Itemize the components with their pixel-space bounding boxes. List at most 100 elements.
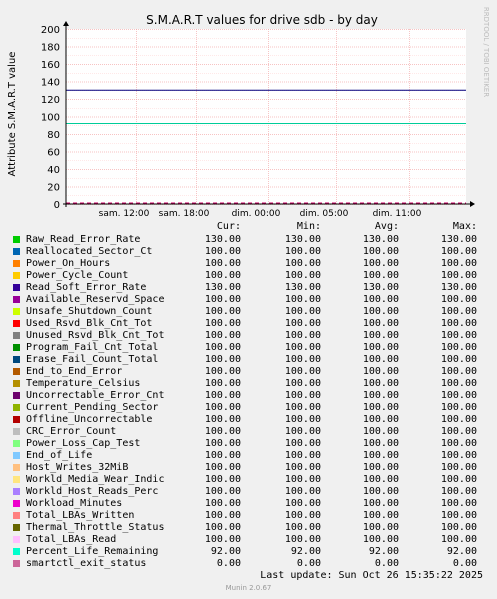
- legend-swatch: [13, 356, 20, 363]
- legend-max-value: 100.00: [440, 510, 477, 521]
- legend-avg-value: 100.00: [362, 330, 399, 341]
- legend-swatch: [13, 332, 20, 339]
- legend-label: Current_Pending_Sector: [26, 402, 159, 413]
- legend-min-value: 100.00: [284, 354, 321, 365]
- legend-min-value: 100.00: [284, 318, 321, 329]
- legend-avg-value: 100.00: [362, 474, 399, 485]
- legend-label: Workload_Minutes: [26, 498, 123, 509]
- legend-max-value: 100.00: [440, 354, 477, 365]
- legend-avg-value: 130.00: [362, 282, 399, 293]
- legend-min-value: 100.00: [284, 414, 321, 425]
- legend: Cur: Min: Avg: Max: Raw_Read_Error_Rate 1…: [0, 0, 497, 599]
- legend-avg-value: 100.00: [362, 534, 399, 545]
- legend-min-value: 100.00: [284, 522, 321, 533]
- legend-swatch: [13, 248, 20, 255]
- legend-label: Unused_Rsvd_Blk_Cnt_Tot: [26, 330, 165, 341]
- legend-avg-value: 100.00: [362, 342, 399, 353]
- legend-swatch: [13, 308, 20, 315]
- legend-label: Unsafe_Shutdown_Count: [26, 306, 153, 317]
- legend-min-value: 100.00: [284, 246, 321, 257]
- legend-label: Total_LBAs_Read: [26, 534, 117, 545]
- legend-avg-value: 100.00: [362, 390, 399, 401]
- legend-label: Raw_Read_Error_Rate: [26, 234, 141, 245]
- legend-avg-value: 100.00: [362, 498, 399, 509]
- legend-label: Thermal_Throttle_Status: [26, 522, 165, 533]
- legend-header-min: Min:: [296, 221, 321, 232]
- legend-max-value: 100.00: [440, 438, 477, 449]
- legend-row: Power_Cycle_Count 100.00 100.00 100.00 100.0…: [0, 270, 497, 282]
- legend-row: Offline_Uncorrectable 100.00 100.00 100.00 1…: [0, 414, 497, 426]
- legend-swatch: [13, 368, 20, 375]
- legend-swatch: [13, 440, 20, 447]
- legend-max-value: 100.00: [440, 342, 477, 353]
- legend-swatch: [13, 236, 20, 243]
- legend-label: Power_Cycle_Count: [26, 270, 129, 281]
- legend-swatch: [13, 500, 20, 507]
- legend-swatch: [13, 524, 20, 531]
- legend-min-value: 100.00: [284, 510, 321, 521]
- legend-swatch: [13, 404, 20, 411]
- legend-avg-value: 100.00: [362, 402, 399, 413]
- legend-max-value: 100.00: [440, 426, 477, 437]
- legend-swatch: [13, 392, 20, 399]
- legend-swatch: [13, 488, 20, 495]
- legend-avg-value: 100.00: [362, 426, 399, 437]
- legend-label: Used_Rsvd_Blk_Cnt_Tot: [26, 318, 153, 329]
- legend-max-value: 100.00: [440, 258, 477, 269]
- legend-label: Workld_Host_Reads_Perc: [26, 486, 159, 497]
- last-update: Last update: Sun Oct 26 15:35:22 2025: [260, 570, 483, 581]
- legend-min-value: 100.00: [284, 366, 321, 377]
- legend-cur-value: 100.00: [204, 486, 241, 497]
- legend-label: CRC_Error_Count: [26, 426, 117, 437]
- legend-min-value: 100.00: [284, 294, 321, 305]
- legend-max-value: 100.00: [440, 270, 477, 281]
- legend-avg-value: 100.00: [362, 510, 399, 521]
- legend-row: Percent_Life_Remaining 92.00 92.00 92.00 92.…: [0, 546, 497, 558]
- legend-cur-value: 100.00: [204, 474, 241, 485]
- legend-max-value: 92.00: [446, 546, 477, 557]
- legend-label: Read_Soft_Error_Rate: [26, 282, 147, 293]
- legend-row: Total_LBAs_Read 100.00 100.00 100.00 100.00: [0, 534, 497, 546]
- legend-min-value: 100.00: [284, 498, 321, 509]
- legend-cur-value: 100.00: [204, 522, 241, 533]
- legend-label: Erase_Fail_Count_Total: [26, 354, 159, 365]
- legend-cur-value: 130.00: [204, 234, 241, 245]
- legend-row: End_to_End_Error 100.00 100.00 100.00 100.00: [0, 366, 497, 378]
- legend-max-value: 100.00: [440, 498, 477, 509]
- legend-cur-value: 100.00: [204, 534, 241, 545]
- legend-cur-value: 100.00: [204, 438, 241, 449]
- legend-max-value: 100.00: [440, 414, 477, 425]
- legend-max-value: 100.00: [440, 474, 477, 485]
- legend-label: Reallocated_Sector_Ct: [26, 246, 153, 257]
- legend-avg-value: 92.00: [368, 546, 399, 557]
- legend-row: End_of_Life 100.00 100.00 100.00 100.00: [0, 450, 497, 462]
- legend-swatch: [13, 380, 20, 387]
- legend-avg-value: 100.00: [362, 366, 399, 377]
- legend-swatch: [13, 320, 20, 327]
- legend-max-value: 100.00: [440, 378, 477, 389]
- legend-row: Raw_Read_Error_Rate 130.00 130.00 130.00 130…: [0, 234, 497, 246]
- legend-swatch: [13, 548, 20, 555]
- legend-avg-value: 100.00: [362, 306, 399, 317]
- legend-label: Temperature_Celsius: [26, 378, 141, 389]
- legend-cur-value: 100.00: [204, 270, 241, 281]
- legend-avg-value: 100.00: [362, 270, 399, 281]
- legend-max-value: 130.00: [440, 282, 477, 293]
- legend-cur-value: 100.00: [204, 450, 241, 461]
- legend-row: Power_On_Hours 100.00 100.00 100.00 100.00: [0, 258, 497, 270]
- legend-label: smartctl_exit_status: [26, 558, 147, 569]
- legend-min-value: 100.00: [284, 450, 321, 461]
- legend-swatch: [13, 296, 20, 303]
- legend-row: smartctl_exit_status 0.00 0.00 0.00 0.00: [0, 558, 497, 570]
- legend-min-value: 100.00: [284, 306, 321, 317]
- legend-min-value: 100.00: [284, 438, 321, 449]
- legend-row: Current_Pending_Sector 100.00 100.00 100.00…: [0, 402, 497, 414]
- legend-cur-value: 100.00: [204, 318, 241, 329]
- legend-label: Program_Fail_Cnt_Total: [26, 342, 159, 353]
- legend-avg-value: 100.00: [362, 486, 399, 497]
- legend-row: Program_Fail_Cnt_Total 100.00 100.00 100.00…: [0, 342, 497, 354]
- legend-min-value: 0.00: [296, 558, 321, 569]
- legend-row: Used_Rsvd_Blk_Cnt_Tot 100.00 100.00 100.00 1…: [0, 318, 497, 330]
- legend-avg-value: 100.00: [362, 318, 399, 329]
- legend-avg-value: 100.00: [362, 438, 399, 449]
